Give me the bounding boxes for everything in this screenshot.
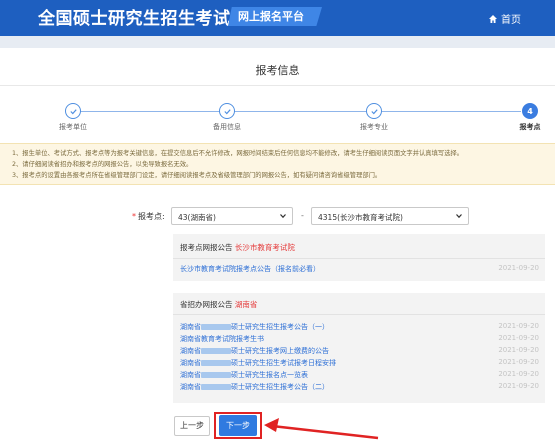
province-notice-org: 湖南省 [234,300,258,309]
notice-date: 2021-09-20 [498,358,539,366]
notice-panel: 1、报生单位、考试方式、报考点等为报考关键信息，在提交信息后不允许修改，网报时间… [0,143,555,185]
home-label: 首页 [501,15,521,26]
notice-link[interactable]: 湖南省 硕士研究生招生考试报考日程安排 [180,358,336,368]
notice-link[interactable]: 湖南省 硕士研究生报考网上缴费的公告 [180,346,329,356]
notice-link[interactable]: 湖南省 硕士研究生招生报考公告（二） [180,382,329,392]
step-2-check [219,103,235,119]
prev-step-button[interactable]: 上一步 [174,416,210,436]
notice-line: 1、报生单位、考试方式、报考点等为报考关键信息，在提交信息后不允许修改，网报时间… [12,150,464,157]
notice-date: 2021-09-20 [498,322,539,330]
site-notice-title: 报考点网报公告 [180,243,233,252]
box-divider [173,314,545,315]
province-notice-head: 省招办网报公告 湖南省 [180,299,257,310]
notice-date: 2021-09-20 [498,264,539,272]
site-notice-box: 报考点网报公告 长沙市教育考试院 长沙市教育考试院报考点公告（报名前必看） 20… [173,234,545,281]
exam-site-label: * 报考点: [132,211,165,222]
box-divider [173,258,545,259]
province-select[interactable]: 43(湖南省) [171,207,293,225]
step-label: 报考专业 [360,123,388,131]
step-label: 报考点 [519,123,541,131]
check-icon [370,108,378,114]
step-connector [232,111,369,112]
separator: - [301,211,304,220]
title-divider [0,85,555,86]
site-title: 全国硕士研究生招生考试 [38,9,231,29]
notice-date: 2021-09-20 [498,370,539,378]
province-notice-title: 省招办网报公告 [180,300,233,309]
step-connector [379,111,521,112]
notice-link[interactable]: 湖南省 硕士研究生招生报考公告（一） [180,322,329,332]
site-notice-head: 报考点网报公告 长沙市教育考试院 [180,242,295,253]
highlight-box [214,412,262,439]
step-label: 备用信息 [213,123,241,131]
province-value: 43(湖南省) [178,213,216,222]
notice-link[interactable]: 湖南省 硕士研究生报名点一览表 [180,370,308,380]
notice-link[interactable]: 湖南省教育考试院报考生书 [180,334,264,344]
notice-line: 3、报考点的设置由各报考点所在省级管理部门设定，请仔细阅读报考点及省级管理部门的… [12,172,382,179]
province-notice-box: 省招办网报公告 湖南省 湖南省 硕士研究生招生报考公告（一） 2021-09-20… [173,293,545,403]
notice-line: 2、请仔细阅读省招办和报考点的网报公告，以免导致报名无效。 [12,161,193,168]
step-4-number: 4 [522,103,538,119]
chevron-down-icon [280,214,286,219]
home-icon [489,14,497,23]
exam-site-label-text: 报考点: [138,212,165,221]
site-notice-org: 长沙市教育考试院 [234,243,295,252]
sub-bar [0,36,555,48]
step-1-check [65,103,81,119]
platform-badge: 网上报名平台 [228,7,322,26]
chevron-down-icon [456,214,462,219]
step-3-check [366,103,382,119]
exam-site-select[interactable]: 4315(长沙市教育考试院) [311,207,469,225]
notice-link[interactable]: 长沙市教育考试院报考点公告（报名前必看） [180,264,320,274]
notice-date: 2021-09-20 [498,346,539,354]
notice-date: 2021-09-20 [498,334,539,342]
step-label: 报考单位 [59,123,87,131]
home-link[interactable]: 首页 [488,11,521,26]
page-title: 报考信息 [255,64,300,77]
exam-site-value: 4315(长沙市教育考试院) [318,213,403,222]
notice-date: 2021-09-20 [498,382,539,390]
step-connector [80,111,222,112]
required-mark: * [132,212,136,221]
exam-site-row: * 报考点: 43(湖南省) - 4315(长沙市教育考试院) [0,207,555,227]
top-header: 全国硕士研究生招生考试 网上报名平台 首页 [0,0,555,36]
check-icon [69,108,77,114]
check-icon [223,108,231,114]
